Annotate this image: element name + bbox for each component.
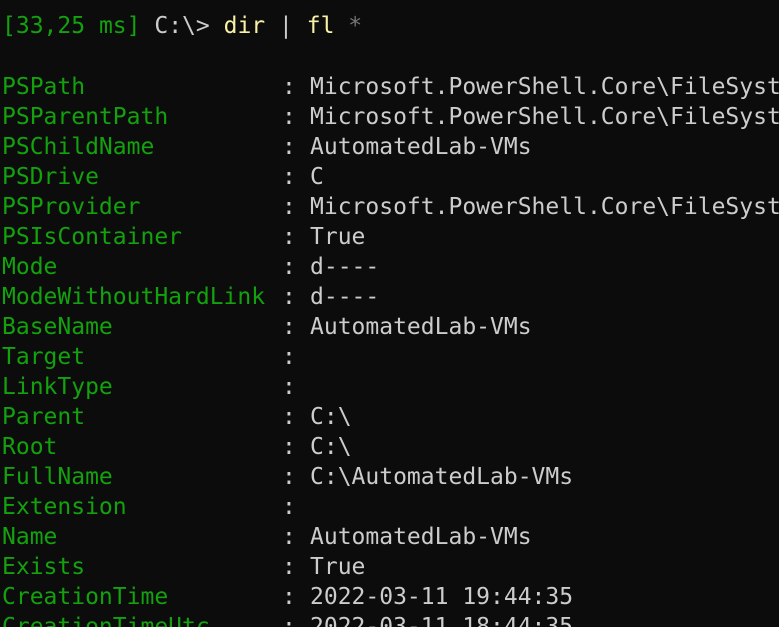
property-separator: : [282, 104, 296, 130]
property-name: PSProvider [2, 194, 141, 220]
property-value: C [310, 164, 324, 190]
property-value: Microsoft.PowerShell.Core\FileSyst [310, 104, 779, 130]
prompt-close-bracket: ] [126, 13, 141, 39]
property-value: Microsoft.PowerShell.Core\FileSyst [310, 194, 779, 220]
property-name: LinkType [2, 374, 113, 400]
prompt-open-bracket: [ [2, 13, 16, 39]
property-row: Parent: C:\ [2, 402, 352, 432]
property-row: Exists: True [2, 552, 365, 582]
property-row: LinkType: [2, 372, 310, 402]
property-value: True [310, 224, 366, 250]
property-value: Microsoft.PowerShell.Core\FileSyst [310, 74, 779, 100]
property-row: PSDrive: C [2, 162, 324, 192]
property-value: AutomatedLab-VMs [310, 524, 532, 550]
command-dir: dir [223, 13, 266, 39]
property-row: PSIsContainer: True [2, 222, 365, 252]
property-name: CreationTime [2, 584, 169, 610]
command-pipe: | [279, 13, 293, 39]
property-name: Target [2, 344, 86, 370]
property-row: BaseName: AutomatedLab-VMs [2, 312, 532, 342]
property-separator: : [282, 284, 296, 310]
property-name: PSIsContainer [2, 224, 183, 250]
property-separator: : [282, 434, 296, 460]
property-separator: : [282, 584, 296, 610]
property-row: Extension: [2, 492, 310, 522]
property-name: PSPath [2, 74, 86, 100]
property-row: FullName: C:\AutomatedLab-VMs [2, 462, 573, 492]
property-value: AutomatedLab-VMs [310, 134, 532, 160]
property-value: C:\AutomatedLab-VMs [310, 464, 574, 490]
property-name: Extension [2, 494, 127, 520]
property-row: PSParentPath: Microsoft.PowerShell.Core\F… [2, 102, 779, 132]
property-separator: : [282, 194, 296, 220]
property-name: Mode [2, 254, 58, 280]
property-name: PSParentPath [2, 104, 169, 130]
prompt-cwd: C:\> [154, 13, 210, 39]
property-value: d---- [310, 254, 380, 280]
property-row: PSProvider: Microsoft.PowerShell.Core\Fil… [2, 192, 779, 222]
property-separator: : [282, 374, 296, 400]
property-value: C:\ [310, 434, 352, 460]
property-value: True [310, 554, 366, 580]
property-value: 2022-03-11 18:44:35 [310, 614, 574, 627]
property-name: Name [2, 524, 58, 550]
property-row: CreationTimeUtc: 2022-03-11 18:44:35 [2, 612, 573, 627]
property-separator: : [282, 464, 296, 490]
property-value: AutomatedLab-VMs [310, 314, 532, 340]
property-separator: : [282, 404, 296, 430]
property-separator: : [282, 164, 296, 190]
property-row: Target: [2, 342, 310, 372]
property-name: ModeWithoutHardLink [2, 284, 266, 310]
property-name: BaseName [2, 314, 113, 340]
terminal-window[interactable]: [33,25 ms] C:\> dir | fl * PSPath: Micros… [0, 0, 779, 627]
property-name: Parent [2, 404, 86, 430]
property-row: Mode: d---- [2, 252, 379, 282]
property-separator: : [282, 254, 296, 280]
property-name: FullName [2, 464, 113, 490]
property-name: CreationTimeUtc [2, 614, 210, 627]
prompt-timing: 33,25 ms [15, 13, 127, 39]
command-argument: * [348, 13, 363, 39]
property-separator: : [282, 344, 296, 370]
property-separator: : [282, 554, 296, 580]
property-separator: : [282, 614, 296, 627]
property-separator: : [282, 494, 296, 520]
property-row: PSPath: Microsoft.PowerShell.Core\FileSys… [2, 72, 779, 102]
property-name: PSDrive [2, 164, 99, 190]
property-value: C:\ [310, 404, 352, 430]
property-row: PSChildName: AutomatedLab-VMs [2, 132, 532, 162]
property-row: CreationTime:2022-03-11 19:44:35 [2, 582, 573, 612]
property-separator: : [282, 134, 296, 160]
property-name: PSChildName [2, 134, 155, 160]
property-separator: : [282, 314, 296, 340]
property-name: Exists [2, 554, 86, 580]
property-row: ModeWithoutHardLink: d---- [2, 282, 379, 312]
property-name: Root [2, 434, 58, 460]
command-fl: fl [306, 13, 335, 39]
property-value: d---- [310, 284, 380, 310]
property-value: 2022-03-11 19:44:35 [310, 584, 574, 610]
property-row: Root: C:\ [2, 432, 352, 462]
property-separator: : [282, 224, 296, 250]
property-separator: : [282, 524, 296, 550]
prompt-line: [33,25 ms] C:\> dir | fl * [2, 11, 362, 41]
property-separator: : [282, 74, 296, 100]
property-row: Name: AutomatedLab-VMs [2, 522, 532, 552]
